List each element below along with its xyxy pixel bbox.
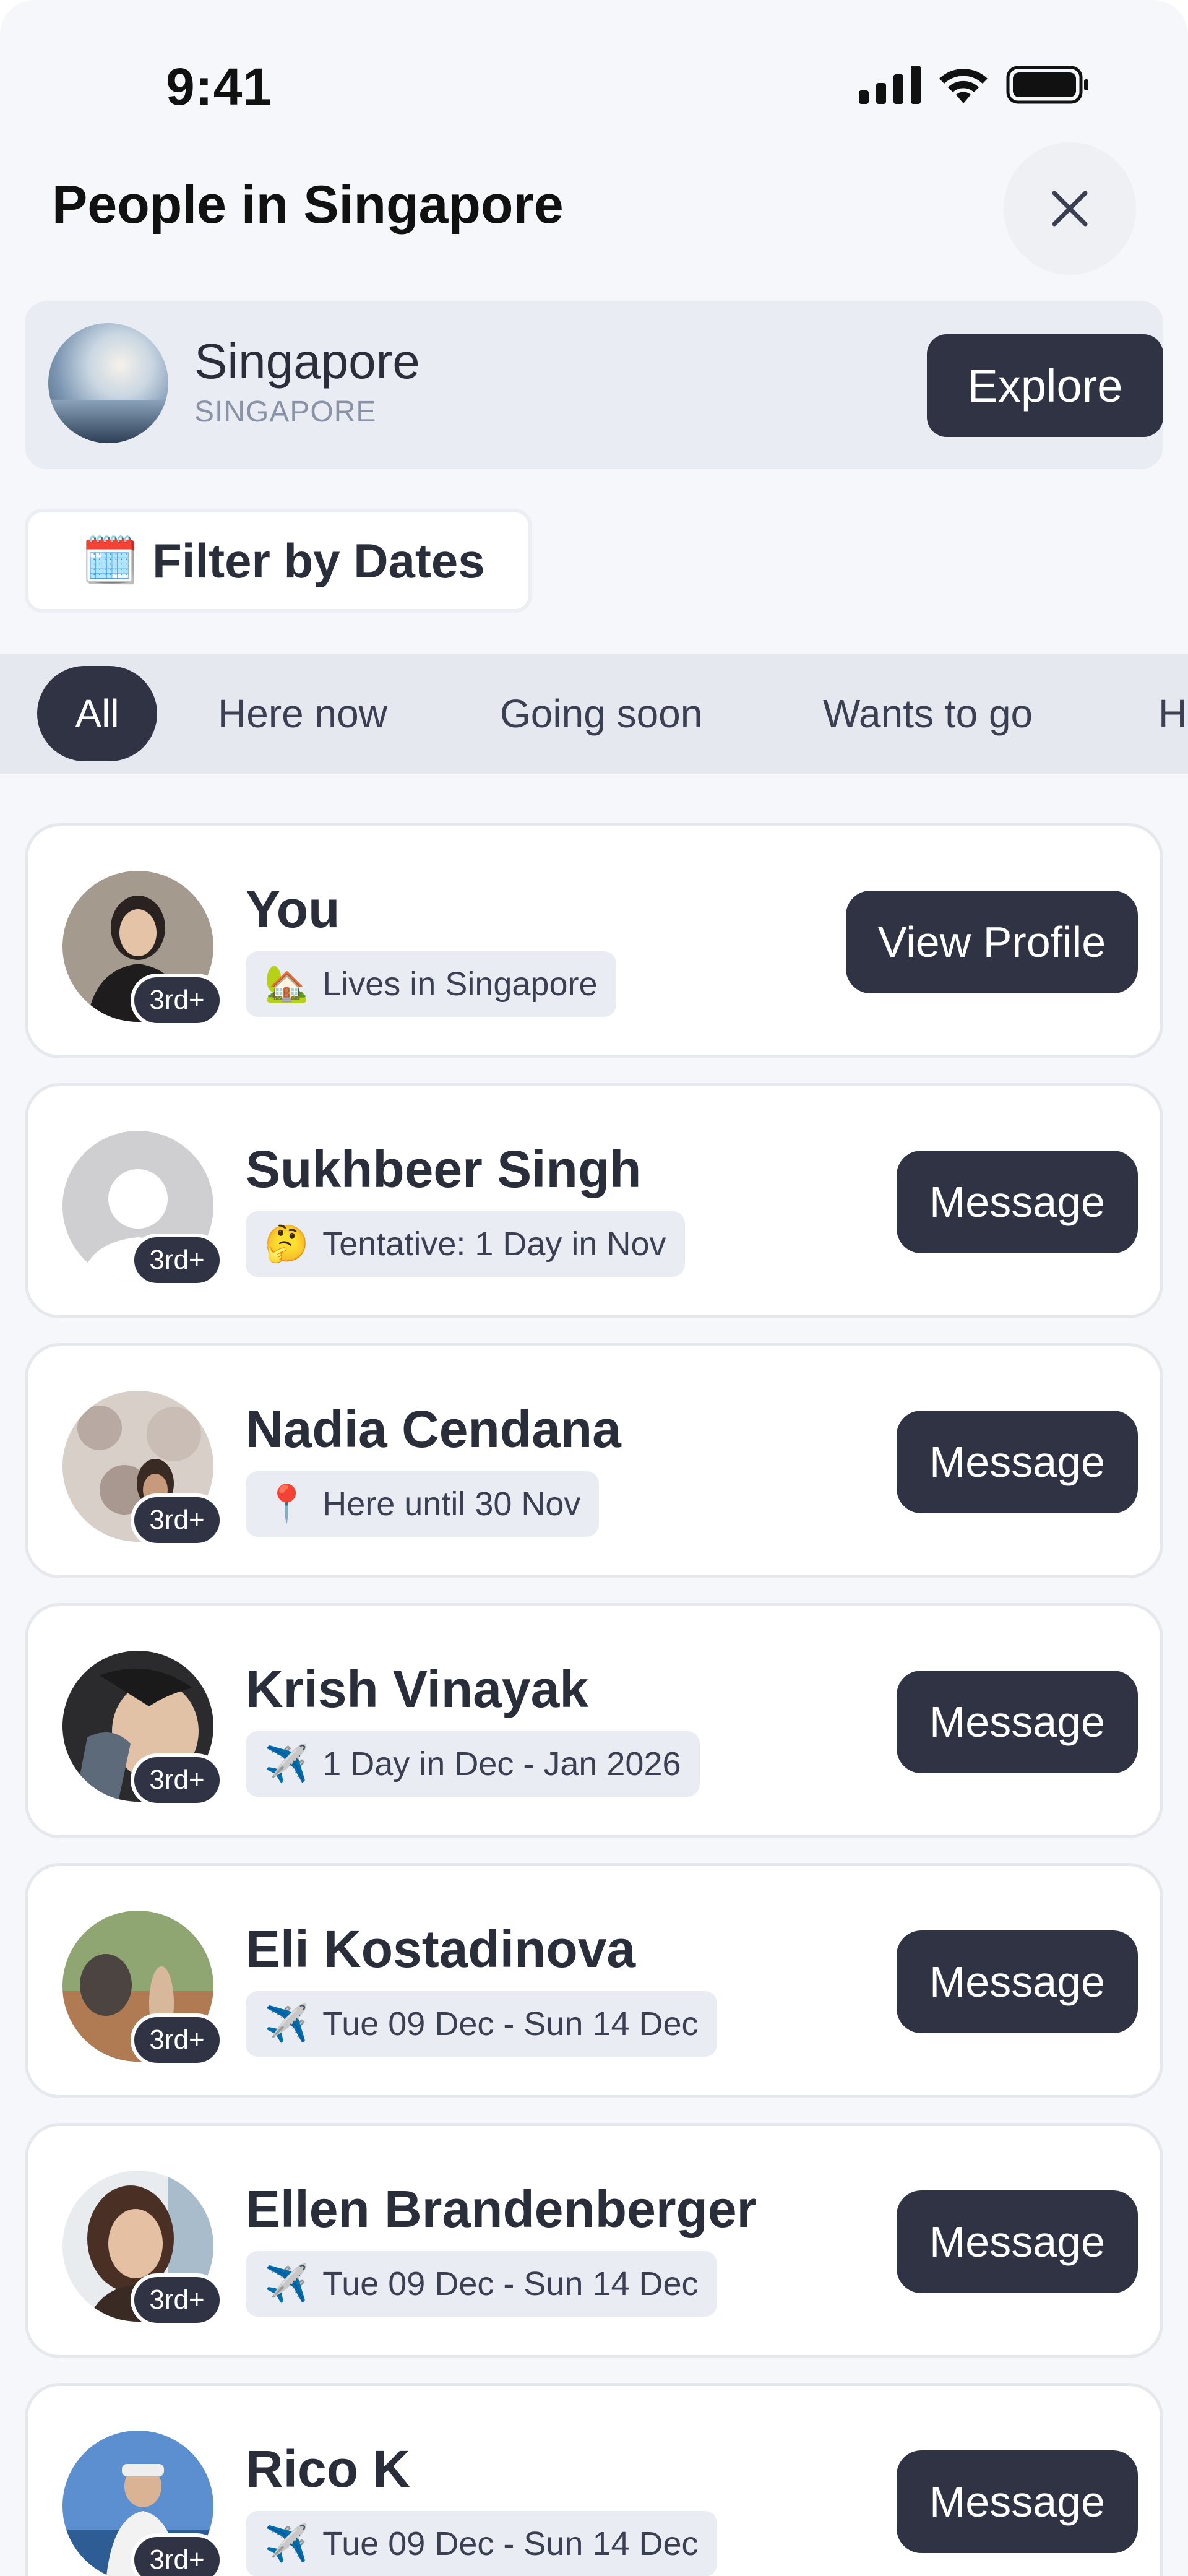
message-button[interactable]: Message (897, 2450, 1138, 2553)
status-text: Here until 30 Nov (322, 1485, 581, 1523)
message-button[interactable]: Message (897, 1930, 1138, 2033)
status-pill: 📍 Here until 30 Nov (246, 1471, 600, 1537)
person-card-rico-k[interactable]: 3rd+ Rico K ✈️ Tue 09 Dec - Sun 14 Dec M… (25, 2383, 1163, 2576)
person-name: Sukhbeer Singh (246, 1140, 642, 1198)
avatar-wrap: 3rd+ (62, 871, 223, 1027)
person-name: Krish Vinayak (246, 1660, 589, 1718)
view-profile-button[interactable]: View Profile (846, 891, 1138, 993)
tab-here-now[interactable]: Here now (218, 666, 387, 761)
person-name: Ellen Brandenberger (246, 2180, 757, 2238)
person-name: Eli Kostadinova (246, 1920, 636, 1978)
airplane-icon: ✈️ (264, 2263, 309, 2304)
status-bar: 9:41 (0, 0, 1188, 149)
filter-label: Filter by Dates (152, 533, 485, 588)
status-pill: 🏡 Lives in Singapore (246, 951, 616, 1017)
person-card-krish-vinayak[interactable]: 3rd+ Krish Vinayak ✈️ 1 Day in Dec - Jan… (25, 1603, 1163, 1838)
person-card-sukhbeer-singh[interactable]: 3rd+ Sukhbeer Singh 🤔 Tentative: 1 Day i… (25, 1083, 1163, 1318)
avatar-wrap: 3rd+ (62, 2431, 223, 2576)
cellular-signal-icon (859, 66, 921, 104)
connection-badge: 3rd+ (131, 2013, 223, 2067)
airplane-icon: ✈️ (264, 2003, 309, 2044)
person-card-nadia-cendana[interactable]: 3rd+ Nadia Cendana 📍 Here until 30 Nov M… (25, 1343, 1163, 1578)
tab-overflow[interactable]: H (1158, 666, 1187, 761)
location-thumbnail (48, 323, 168, 443)
tab-all[interactable]: All (37, 666, 157, 761)
person-name: Rico K (246, 2440, 411, 2498)
calendar-icon: 🗓️ (82, 535, 139, 586)
status-pill: ✈️ Tue 09 Dec - Sun 14 Dec (246, 1991, 717, 2057)
connection-badge: 3rd+ (131, 1234, 223, 1287)
location-name: Singapore (194, 334, 420, 389)
tab-going-soon[interactable]: Going soon (500, 666, 702, 761)
explore-button[interactable]: Explore (927, 334, 1163, 437)
message-button[interactable]: Message (897, 1671, 1138, 1773)
person-card-eli-kostadinova[interactable]: 3rd+ Eli Kostadinova ✈️ Tue 09 Dec - Sun… (25, 1863, 1163, 2098)
connection-badge: 3rd+ (131, 1493, 223, 1547)
person-card-you[interactable]: 3rd+ You 🏡 Lives in Singapore View Profi… (25, 823, 1163, 1058)
status-pill: 🤔 Tentative: 1 Day in Nov (246, 1211, 685, 1277)
app-screen: 9:41 People in Singapore Singapore SINGA… (0, 0, 1188, 2576)
status-pill: ✈️ Tue 09 Dec - Sun 14 Dec (246, 2251, 717, 2317)
avatar-wrap: 3rd+ (62, 1391, 223, 1547)
message-button[interactable]: Message (897, 1151, 1138, 1253)
wifi-icon (939, 69, 988, 103)
thinking-face-icon: 🤔 (264, 1224, 309, 1264)
close-button[interactable] (1004, 142, 1136, 275)
location-country: SINGAPORE (194, 395, 377, 428)
house-icon: 🏡 (264, 964, 309, 1004)
connection-badge: 3rd+ (131, 2533, 223, 2576)
tab-wants-to-go[interactable]: Wants to go (823, 666, 1033, 761)
connection-badge: 3rd+ (131, 2273, 223, 2327)
filter-by-dates-button[interactable]: 🗓️ Filter by Dates (25, 509, 532, 613)
filter-tabs: All Here now Going soon Wants to go H (0, 654, 1188, 774)
status-icons (859, 65, 1089, 105)
connection-badge: 3rd+ (131, 1753, 223, 1807)
location-card: Singapore SINGAPORE Explore (25, 301, 1163, 469)
page-title: People in Singapore (52, 175, 564, 235)
message-button[interactable]: Message (897, 2190, 1138, 2293)
person-name: Nadia Cendana (246, 1400, 621, 1458)
status-text: 1 Day in Dec - Jan 2026 (322, 1745, 681, 1783)
avatar-wrap: 3rd+ (62, 1651, 223, 1807)
status-text: Tue 09 Dec - Sun 14 Dec (322, 2005, 699, 2042)
person-name: You (246, 880, 340, 938)
status-pill: ✈️ Tue 09 Dec - Sun 14 Dec (246, 2511, 717, 2576)
location-pin-icon: 📍 (264, 1484, 309, 1524)
close-icon (1052, 191, 1088, 227)
avatar-wrap: 3rd+ (62, 2171, 223, 2327)
battery-icon (1006, 66, 1088, 104)
person-card-ellen-brandenberger[interactable]: 3rd+ Ellen Brandenberger ✈️ Tue 09 Dec -… (25, 2123, 1163, 2358)
status-text: Tue 09 Dec - Sun 14 Dec (322, 2525, 699, 2562)
airplane-icon: ✈️ (264, 1744, 309, 1784)
status-text: Tentative: 1 Day in Nov (322, 1225, 666, 1263)
airplane-icon: ✈️ (264, 2523, 309, 2564)
message-button[interactable]: Message (897, 1411, 1138, 1513)
status-text: Tue 09 Dec - Sun 14 Dec (322, 2265, 699, 2302)
avatar-wrap: 3rd+ (62, 1911, 223, 2067)
connection-badge: 3rd+ (131, 974, 223, 1027)
avatar-wrap: 3rd+ (62, 1131, 223, 1287)
status-time: 9:41 (166, 58, 273, 116)
status-pill: ✈️ 1 Day in Dec - Jan 2026 (246, 1731, 700, 1797)
status-text: Lives in Singapore (322, 966, 598, 1003)
